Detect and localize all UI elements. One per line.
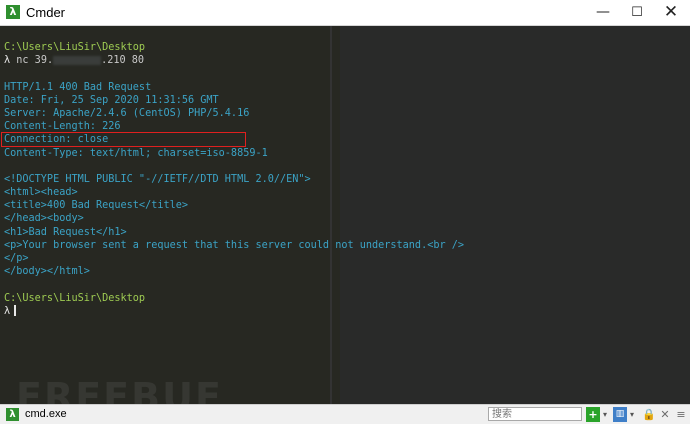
lambda-tab-icon[interactable]: λ — [6, 408, 19, 421]
terminal-area[interactable]: C:\Users\LiuSir\Desktop λ nc 39. .210 80 … — [0, 26, 690, 419]
lambda-app-icon: λ — [6, 5, 20, 19]
menu-icon[interactable]: ≡ — [674, 407, 688, 422]
status-bar: λ cmd.exe 搜索 + ▾ ▥ ▾ 🔒 ✕ ≡ — [0, 404, 690, 424]
html-body-line: </body></html> — [4, 266, 90, 278]
tab-cmd-exe[interactable]: cmd.exe — [25, 408, 67, 420]
terminal-output: C:\Users\LiuSir\Desktop λ nc 39. .210 80 … — [4, 41, 684, 318]
html-body-line: <p>Your browser sent a request that this… — [4, 239, 465, 251]
html-body-line: <html><head> — [4, 187, 78, 199]
chevron-down-icon[interactable]: ▾ — [601, 407, 609, 422]
prompt-symbol: λ — [4, 55, 11, 67]
server-header-highlight-box — [1, 132, 246, 147]
redacted-ip-segment — [53, 55, 102, 65]
command-line: λ nc 39. .210 80 — [4, 54, 684, 67]
html-body-line: </head><body> — [4, 213, 84, 225]
html-body-line: <h1>Bad Request</h1> — [4, 226, 127, 238]
command-prefix: nc 39. — [16, 55, 54, 67]
title-bar: λ Cmder — ☐ ✕ — [0, 0, 690, 26]
close-button[interactable]: ✕ — [654, 0, 688, 25]
current-prompt-line[interactable]: λ — [4, 305, 684, 318]
close-tab-icon[interactable]: ✕ — [658, 407, 672, 422]
response-content-type-header: Content-Type: text/html; charset=iso-885… — [4, 147, 268, 159]
response-status-line: HTTP/1.1 400 Bad Request — [4, 81, 152, 93]
window-title: Cmder — [26, 5, 66, 20]
html-body-line: </p> — [4, 253, 29, 264]
html-body-line: <!DOCTYPE HTML PUBLIC "-//IETF//DTD HTML… — [4, 173, 311, 185]
add-tab-icon[interactable]: + — [586, 407, 600, 422]
lock-icon[interactable]: 🔒 — [642, 407, 656, 422]
split-view-icon[interactable]: ▥ — [613, 407, 627, 422]
search-input[interactable]: 搜索 — [488, 407, 582, 421]
minimize-button[interactable]: — — [586, 0, 620, 25]
maximize-button[interactable]: ☐ — [620, 0, 654, 25]
text-cursor — [14, 305, 17, 317]
html-body-line: <title>400 Bad Request</title> — [4, 200, 189, 212]
cmder-window: λ Cmder — ☐ ✕ C:\Users\LiuSir\Desktop λ … — [0, 0, 690, 424]
prompt-path: C:\Users\LiuSir\Desktop — [4, 42, 146, 53]
response-server-header: Server: Apache/2.4.6 (CentOS) PHP/5.4.16 — [4, 107, 250, 119]
prompt-path: C:\Users\LiuSir\Desktop — [4, 292, 146, 304]
prompt-symbol: λ — [4, 305, 11, 317]
chevron-down-icon[interactable]: ▾ — [628, 407, 636, 422]
response-date-header: Date: Fri, 25 Sep 2020 11:31:56 GMT — [4, 94, 219, 106]
command-suffix: .210 80 — [101, 55, 145, 67]
